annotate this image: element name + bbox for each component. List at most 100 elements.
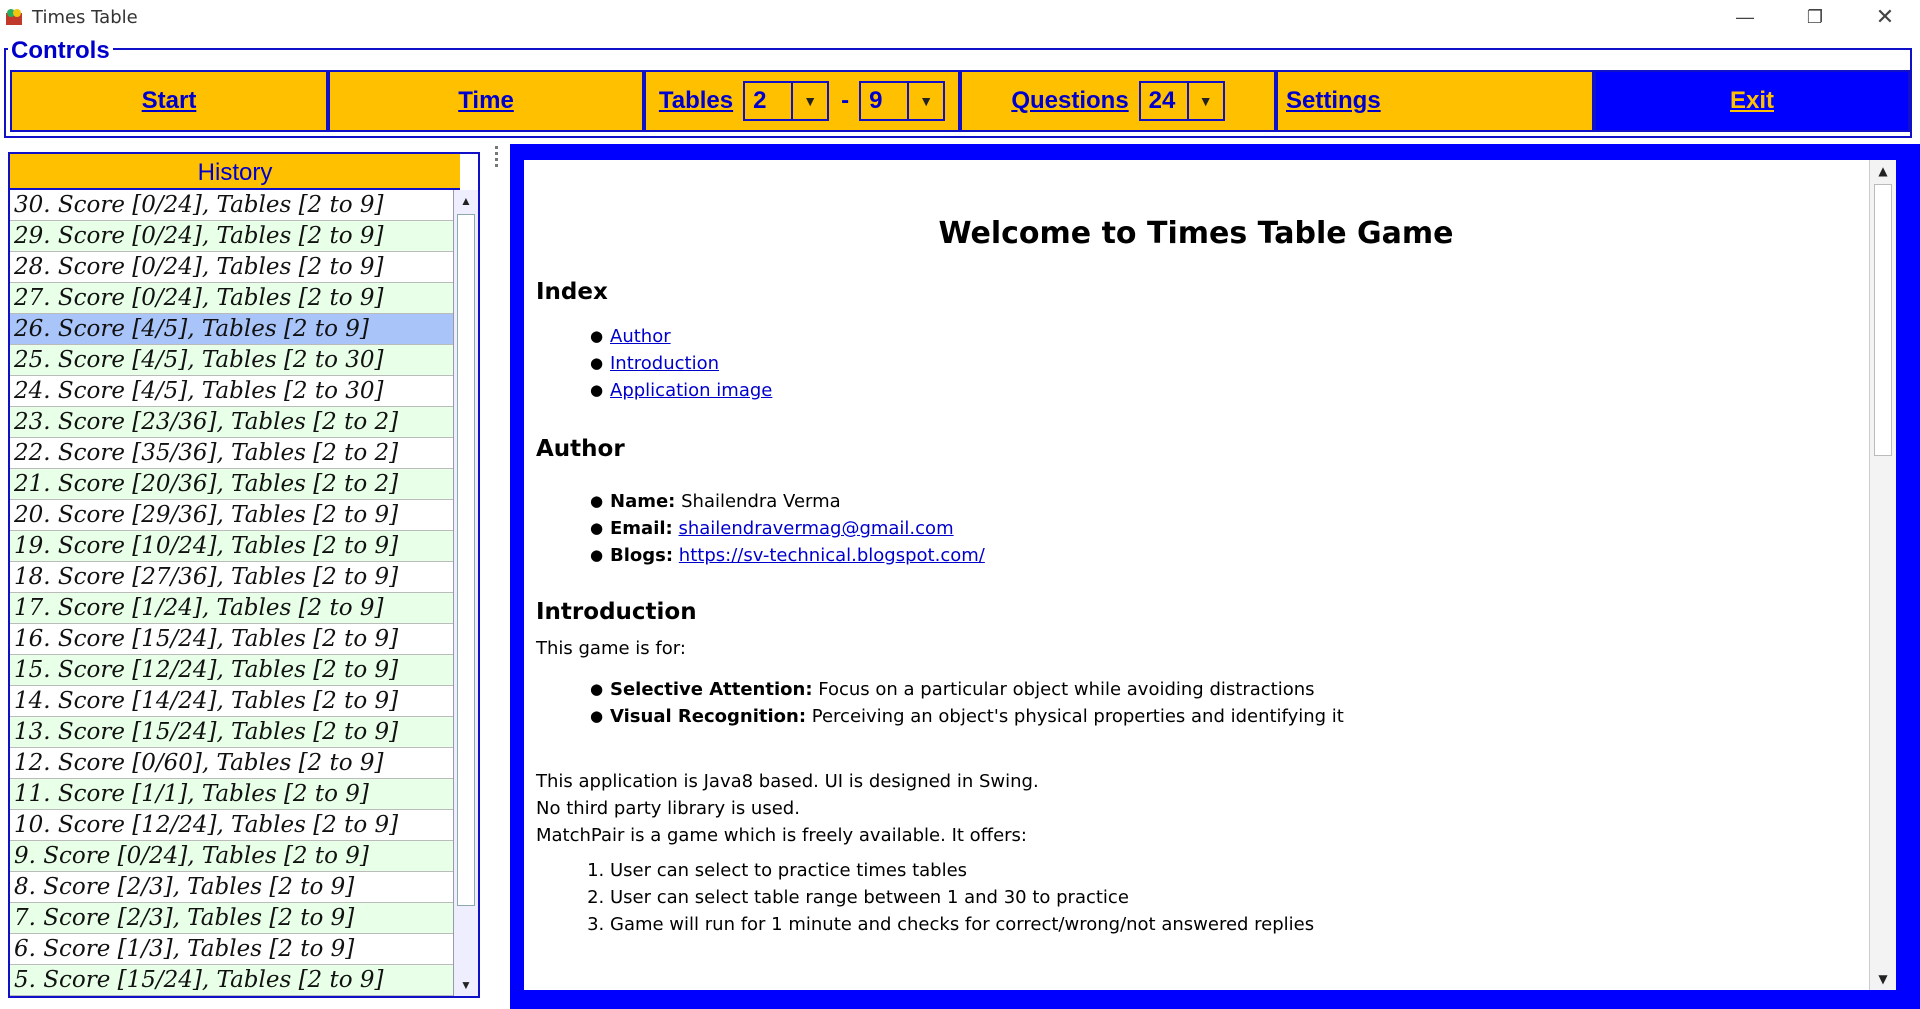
chevron-down-icon[interactable]: ▼: [1186, 83, 1223, 119]
email-link[interactable]: shailendravermag@gmail.com: [678, 518, 953, 539]
tables-from-value: 2: [753, 87, 767, 114]
tables-separator: -: [841, 87, 850, 114]
history-row[interactable]: 18. Score [27/36], Tables [2 to 9]: [10, 562, 462, 593]
scroll-up-icon[interactable]: ▲: [1870, 160, 1896, 182]
history-row[interactable]: 22. Score [35/36], Tables [2 to 2]: [10, 438, 462, 469]
history-row[interactable]: 21. Score [20/36], Tables [2 to 2]: [10, 469, 462, 500]
list-item: Name: Shailendra Verma: [590, 488, 1856, 515]
settings-button[interactable]: Settings: [1276, 70, 1594, 132]
title-bar: Times Table — ❐ ✕: [0, 0, 1920, 34]
scroll-thumb[interactable]: [1874, 184, 1892, 456]
name-value: Shailendra Verma: [681, 491, 841, 512]
exit-button[interactable]: Exit: [1594, 70, 1910, 132]
start-button[interactable]: Start: [10, 70, 328, 132]
scroll-down-icon[interactable]: ▼: [1870, 968, 1896, 990]
history-row[interactable]: 17. Score [1/24], Tables [2 to 9]: [10, 593, 462, 624]
scroll-thumb[interactable]: [457, 214, 475, 906]
selective-attention-label: Selective Attention:: [610, 679, 813, 700]
list-item: Selective Attention: Focus on a particul…: [590, 676, 1856, 703]
questions-group: Questions 24 ▼: [960, 70, 1276, 132]
welcome-document: Welcome to Times Table Game Index Author…: [524, 160, 1896, 990]
visual-recognition-label: Visual Recognition:: [610, 706, 807, 727]
history-row[interactable]: 20. Score [29/36], Tables [2 to 9]: [10, 500, 462, 531]
history-row[interactable]: 4. Score [16/24], Tables [2 to 9]: [10, 996, 462, 998]
history-row[interactable]: 8. Score [2/3], Tables [2 to 9]: [10, 872, 462, 903]
history-row[interactable]: 6. Score [1/3], Tables [2 to 9]: [10, 934, 462, 965]
history-row[interactable]: 12. Score [0/60], Tables [2 to 9]: [10, 748, 462, 779]
list-item: Blogs: https://sv-technical.blogspot.com…: [590, 542, 1856, 569]
para-3: MatchPair is a game which is freely avai…: [536, 825, 1027, 846]
visual-recognition-text: Perceiving an object's physical properti…: [811, 706, 1344, 727]
questions-value: 24: [1148, 87, 1176, 114]
list-item: User can select table range between 1 an…: [610, 884, 1856, 911]
tables-group: Tables 2 ▼ - 9 ▼: [644, 70, 960, 132]
minimize-icon[interactable]: —: [1710, 0, 1780, 34]
index-heading: Index: [536, 279, 608, 305]
intro-text: This game is for:: [536, 638, 686, 659]
split-pane-divider[interactable]: [492, 146, 504, 1006]
para-1: This application is Java8 based. UI is d…: [536, 771, 1039, 792]
history-panel: History 30. Score [0/24], Tables [2 to 9…: [8, 152, 480, 998]
scroll-down-icon[interactable]: ▼: [454, 974, 478, 996]
time-label: Time: [458, 87, 514, 114]
questions-label: Questions: [1011, 87, 1129, 114]
history-row[interactable]: 9. Score [0/24], Tables [2 to 9]: [10, 841, 462, 872]
history-row[interactable]: 13. Score [15/24], Tables [2 to 9]: [10, 717, 462, 748]
list-item: User can select to practice times tables: [610, 857, 1856, 884]
list-item: Application image: [590, 377, 1856, 404]
history-row[interactable]: 5. Score [15/24], Tables [2 to 9]: [10, 965, 462, 996]
history-scrollbar[interactable]: ▲ ▼: [453, 190, 478, 996]
history-row[interactable]: 30. Score [0/24], Tables [2 to 9]: [10, 190, 462, 221]
list-item: Visual Recognition: Perceiving an object…: [590, 703, 1856, 730]
window-title: Times Table: [32, 7, 138, 28]
chevron-down-icon[interactable]: ▼: [907, 83, 944, 119]
history-header: History: [10, 154, 460, 190]
history-row[interactable]: 15. Score [12/24], Tables [2 to 9]: [10, 655, 462, 686]
introduction-link[interactable]: Introduction: [610, 353, 719, 374]
tables-to-value: 9: [869, 87, 883, 114]
chevron-down-icon[interactable]: ▼: [791, 83, 828, 119]
intro-list: Selective Attention: Focus on a particul…: [536, 676, 1856, 730]
application-image-link[interactable]: Application image: [610, 380, 772, 401]
history-list[interactable]: 30. Score [0/24], Tables [2 to 9] 29. Sco…: [10, 190, 462, 998]
author-link[interactable]: Author: [610, 326, 671, 347]
exit-label: Exit: [1729, 87, 1774, 114]
controls-legend: Controls: [8, 37, 113, 65]
email-label: Email:: [610, 518, 673, 539]
blogs-label: Blogs:: [610, 545, 674, 566]
author-heading: Author: [536, 436, 625, 462]
history-row[interactable]: 16. Score [15/24], Tables [2 to 9]: [10, 624, 462, 655]
history-row[interactable]: 29. Score [0/24], Tables [2 to 9]: [10, 221, 462, 252]
history-row[interactable]: 23. Score [23/36], Tables [2 to 2]: [10, 407, 462, 438]
scroll-up-icon[interactable]: ▲: [454, 190, 478, 212]
intro-heading: Introduction: [536, 599, 697, 625]
close-icon[interactable]: ✕: [1850, 0, 1920, 34]
para-2: No third party library is used.: [536, 798, 800, 819]
history-row[interactable]: 11. Score [1/1], Tables [2 to 9]: [10, 779, 462, 810]
time-button[interactable]: Time: [328, 70, 644, 132]
doc-title: Welcome to Times Table Game: [938, 216, 1454, 251]
author-list: Name: Shailendra Verma Email: shailendra…: [536, 488, 1856, 569]
tables-from-select[interactable]: 2 ▼: [743, 81, 830, 121]
history-row[interactable]: 25. Score [4/5], Tables [2 to 30]: [10, 345, 462, 376]
history-row[interactable]: 28. Score [0/24], Tables [2 to 9]: [10, 252, 462, 283]
history-row[interactable]: 24. Score [4/5], Tables [2 to 30]: [10, 376, 462, 407]
blogs-link[interactable]: https://sv-technical.blogspot.com/: [679, 545, 985, 566]
history-row[interactable]: 10. Score [12/24], Tables [2 to 9]: [10, 810, 462, 841]
name-label: Name:: [610, 491, 676, 512]
history-row[interactable]: 27. Score [0/24], Tables [2 to 9]: [10, 283, 462, 314]
history-row[interactable]: 14. Score [14/24], Tables [2 to 9]: [10, 686, 462, 717]
start-label: Start: [141, 87, 197, 114]
questions-select[interactable]: 24 ▼: [1138, 81, 1225, 121]
history-row[interactable]: 19. Score [10/24], Tables [2 to 9]: [10, 531, 462, 562]
list-item: Introduction: [590, 350, 1856, 377]
settings-label: Settings: [1286, 87, 1381, 114]
history-row[interactable]: 7. Score [2/3], Tables [2 to 9]: [10, 903, 462, 934]
restore-icon[interactable]: ❐: [1780, 0, 1850, 34]
history-row[interactable]: 26. Score [4/5], Tables [2 to 9]: [10, 314, 462, 345]
list-item: Game will run for 1 minute and checks fo…: [610, 911, 1856, 938]
list-item: Author: [590, 323, 1856, 350]
document-scrollbar[interactable]: ▲ ▼: [1869, 160, 1896, 990]
selective-attention-text: Focus on a particular object while avoid…: [818, 679, 1315, 700]
tables-to-select[interactable]: 9 ▼: [859, 81, 946, 121]
